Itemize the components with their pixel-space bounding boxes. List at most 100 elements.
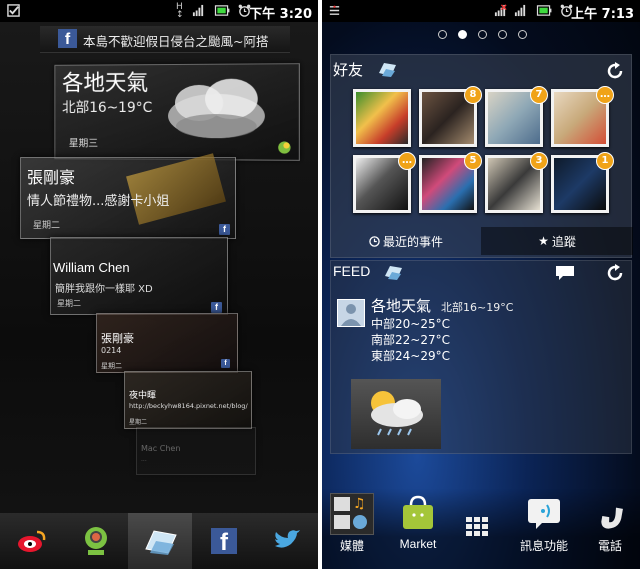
card-day: 星期二 bbox=[129, 417, 147, 426]
weather-card[interactable]: 各地天氣 北部16~19°C 星期三 bbox=[54, 63, 299, 161]
feed-line: 東部24~29°C bbox=[371, 347, 450, 364]
notification-badge: 3 bbox=[530, 152, 548, 170]
page-dot bbox=[498, 30, 507, 39]
usb-debug-icon bbox=[328, 4, 341, 17]
facebook-icon: f bbox=[211, 302, 222, 313]
twitter-icon bbox=[273, 530, 301, 552]
checkbox-notification-icon bbox=[7, 4, 20, 17]
notification-badge: … bbox=[596, 86, 614, 104]
timescape-card[interactable]: 張剛豪 0214 星期二 f bbox=[96, 313, 238, 373]
friend-thumbnail[interactable]: … bbox=[551, 89, 609, 147]
card-title: 張剛豪 bbox=[101, 330, 134, 346]
timescape-card[interactable]: William Chen 簡胖我跟你一樣耶 XD 星期二 f bbox=[50, 237, 228, 315]
hsdpa-icon: H ↕ bbox=[176, 3, 184, 19]
facebook-filter-button[interactable]: f bbox=[192, 513, 256, 569]
media-button[interactable]: ♫ 媒體 bbox=[328, 493, 376, 567]
card-day: 星期二 bbox=[101, 361, 122, 371]
left-screen: H ↕ 下午 3:20 f 本島不歡迎假日侵台之颱風~阿搭 各地天氣 北部16~1… bbox=[0, 0, 318, 569]
friend-thumbnail[interactable]: 5 bbox=[419, 155, 477, 213]
page-dot bbox=[478, 30, 487, 39]
phone-button[interactable]: 電話 bbox=[584, 493, 636, 567]
refresh-icon[interactable] bbox=[605, 61, 625, 81]
card-text: 情人節禮物...感謝卡小姐 bbox=[27, 190, 169, 209]
weibo-button[interactable] bbox=[0, 513, 64, 569]
feed-line: 中部20~25°C bbox=[371, 315, 450, 332]
friend-thumbnail[interactable]: … bbox=[353, 155, 411, 213]
refresh-icon[interactable] bbox=[605, 263, 625, 283]
right-screen: 上午 7:13 好友 8 7 … … 5 3 1 最近的事件 ★ 追蹤 FEED… bbox=[322, 0, 640, 569]
launcher-dock: ♫ 媒體 Market 訊息功能 電話 bbox=[322, 489, 640, 569]
timescape-card[interactable]: Mac Chen ... bbox=[136, 427, 256, 475]
tab-recent-events-label: 最近的事件 bbox=[383, 233, 443, 250]
twitter-button[interactable] bbox=[256, 513, 318, 569]
frog-app-button[interactable] bbox=[64, 513, 128, 569]
battery-icon bbox=[214, 4, 230, 17]
android-market-icon bbox=[400, 495, 436, 531]
weather-thumbnail[interactable] bbox=[351, 379, 441, 449]
app-grid-icon bbox=[466, 517, 494, 541]
person-icon bbox=[338, 300, 364, 326]
card-text: http://beckyhw8164.pixnet.net/blog/ bbox=[129, 402, 248, 410]
facebook-icon: f bbox=[58, 29, 77, 48]
weather-card-day: 星期三 bbox=[69, 135, 98, 150]
notification-badge: 7 bbox=[530, 86, 548, 104]
notification-badge: 8 bbox=[464, 86, 482, 104]
timescape-card[interactable]: 張剛豪 情人節禮物...感謝卡小姐 星期二 f bbox=[20, 157, 236, 239]
weather-card-subtitle: 北部16~19°C bbox=[62, 97, 152, 117]
page-dot bbox=[438, 30, 447, 39]
card-day: 星期二 bbox=[33, 218, 60, 231]
signal-icon bbox=[514, 4, 527, 17]
media-label: 媒體 bbox=[328, 537, 376, 554]
notification-badge: 1 bbox=[596, 152, 614, 170]
market-button[interactable]: Market bbox=[388, 493, 448, 567]
status-bar: 上午 7:13 bbox=[322, 0, 640, 22]
feed-widget-title: FEED bbox=[333, 263, 370, 279]
battery-icon bbox=[536, 4, 552, 17]
card-text: 0214 bbox=[101, 346, 121, 355]
weather-card-title: 各地天氣 bbox=[62, 65, 148, 97]
timescape-card[interactable]: 夜中暉 http://beckyhw8164.pixnet.net/blog/ … bbox=[124, 371, 252, 429]
feed-widget: FEED 各地天氣 北部16~19°C 中部20~25°C 南部22~27°C … bbox=[330, 260, 632, 454]
friend-thumbnail[interactable]: 3 bbox=[485, 155, 543, 213]
clock: 下午 3:20 bbox=[249, 3, 312, 22]
compose-status-icon[interactable] bbox=[555, 265, 575, 281]
friend-thumbnail[interactable] bbox=[353, 89, 411, 147]
phone-label: 電話 bbox=[584, 537, 636, 554]
messaging-button[interactable]: 訊息功能 bbox=[512, 493, 576, 567]
page-dot-active bbox=[458, 30, 467, 39]
facebook-icon: f bbox=[219, 224, 230, 235]
notification-badge: 5 bbox=[464, 152, 482, 170]
messaging-icon bbox=[526, 495, 562, 531]
timescape-icon bbox=[142, 527, 178, 555]
friend-thumbnail[interactable]: 7 bbox=[485, 89, 543, 147]
friend-thumbnail[interactable]: 1 bbox=[551, 155, 609, 213]
page-indicator bbox=[322, 30, 640, 44]
notification-banner[interactable]: f 本島不歡迎假日侵台之颱風~阿搭 bbox=[40, 26, 290, 53]
card-title: 夜中暉 bbox=[129, 388, 156, 401]
frog-app-icon bbox=[82, 524, 110, 558]
notification-text: 本島不歡迎假日侵台之颱風~阿搭 bbox=[83, 31, 268, 50]
media-folder-icon: ♫ bbox=[330, 493, 374, 535]
tab-follow-label: 追蹤 bbox=[552, 233, 576, 250]
timescape-all-button[interactable] bbox=[128, 513, 192, 569]
feed-item-subtitle: 北部16~19°C bbox=[441, 299, 513, 315]
card-text: ... bbox=[141, 456, 147, 463]
card-photo bbox=[126, 153, 226, 225]
market-label: Market bbox=[388, 537, 448, 551]
star-icon: ★ bbox=[538, 234, 549, 248]
messaging-label: 訊息功能 bbox=[512, 537, 576, 554]
signal-no-data-icon bbox=[494, 4, 507, 17]
facebook-icon: f bbox=[221, 359, 230, 368]
card-title: 張剛豪 bbox=[27, 164, 75, 188]
tab-follow[interactable]: ★ 追蹤 bbox=[481, 227, 633, 255]
weather-app-icon bbox=[276, 139, 292, 155]
timescape-filter-bar: f bbox=[0, 513, 318, 569]
sun-cloud-rain-icon bbox=[351, 379, 441, 449]
facebook-icon: f bbox=[211, 528, 237, 554]
status-bar: H ↕ 下午 3:20 bbox=[0, 0, 318, 22]
friend-thumbnail[interactable]: 8 bbox=[419, 89, 477, 147]
app-drawer-button[interactable] bbox=[462, 515, 498, 545]
tab-recent-events[interactable]: 最近的事件 bbox=[331, 227, 481, 255]
page-dot bbox=[518, 30, 527, 39]
avatar[interactable] bbox=[337, 299, 365, 327]
